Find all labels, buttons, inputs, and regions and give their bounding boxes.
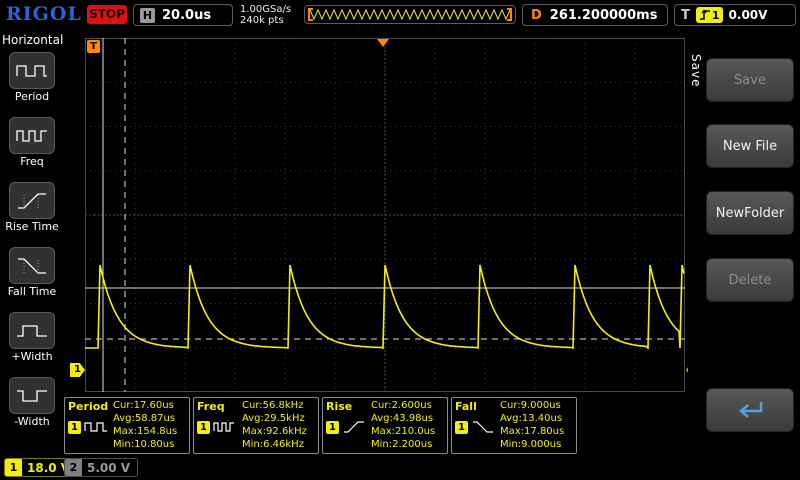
menu-item-label: -Width [14, 415, 50, 428]
period-icon [9, 52, 55, 89]
fall-meas-icon [473, 421, 493, 433]
menu-item-period[interactable]: Period [0, 49, 64, 114]
measurement-freq: Freq 1 Cur:56.8kHz Avg:29.5kHz Max:92.6k… [193, 397, 319, 454]
channel2-badge: 2 [65, 459, 82, 476]
timebase-value: 20.0us [162, 7, 212, 23]
run-state-badge: STOP [87, 5, 127, 24]
measurement-name: Period [68, 400, 109, 413]
menu-item-label: Period [14, 90, 50, 103]
menu-item-label: +Width [11, 350, 53, 363]
measurement-max: Max:210.0us [371, 425, 436, 437]
channel-badge: 1 [197, 420, 210, 434]
trigger-channel: 1 [711, 8, 720, 22]
measurement-rise: Rise 1 Cur:2.600us Avg:43.98us Max:210.0… [322, 397, 448, 454]
measurement-fall: Fall 1 Cur:9.000us Avg:13.40us Max:17.80… [451, 397, 577, 454]
measure-menu-title: Horizontal [2, 33, 64, 47]
horizontal-status: H 20.0us [133, 4, 233, 26]
menu-item-minus-width[interactable]: -Width [0, 374, 64, 439]
rise-meas-icon [344, 421, 364, 433]
period-meas-icon [84, 422, 107, 432]
measure-menu: Horizontal Period Freq Rise Time Fall Ti… [0, 30, 64, 456]
measurement-cur: Cur:9.000us [500, 400, 561, 412]
measurement-panel: Period 1 Cur:17.60us Avg:58.87us Max:154… [64, 397, 577, 454]
softkey-back[interactable] [706, 388, 794, 432]
acquisition-info: 1.00GSa/s 240k pts [240, 4, 291, 26]
measurement-cur: Cur:56.8kHz [242, 400, 304, 412]
measurement-avg: Avg:58.87us [113, 413, 176, 425]
memory-depth: 240k pts [240, 15, 284, 26]
menu-tab-save: Save [689, 54, 703, 88]
waveform-display: T [85, 38, 685, 392]
trigger-source-badge: 1 [695, 7, 723, 23]
channel1-badge: 1 [5, 459, 22, 476]
channel2-status[interactable]: 2 5.00 V [64, 458, 139, 477]
trigger-position-arrow [377, 39, 389, 47]
measurement-min: Min:2.200us [371, 438, 433, 450]
minus-width-icon [9, 377, 55, 414]
delay-value: 261.200000ms [549, 7, 658, 23]
measurement-cur: Cur:2.600us [371, 400, 432, 412]
freq-icon [9, 117, 55, 154]
channel-badge: 1 [68, 420, 81, 434]
freq-meas-icon [213, 422, 234, 432]
softkey-save[interactable]: Save [706, 58, 794, 102]
measurement-cur: Cur:17.60us [113, 400, 174, 412]
preview-waveform [308, 8, 512, 21]
measurement-name: Fall [455, 400, 477, 413]
channel1-level-marker[interactable]: 1 [70, 363, 85, 377]
softkey-menu: Save Save New File NewFolder Delete [688, 30, 800, 456]
return-arrow-icon [739, 402, 763, 418]
h-label: H [140, 7, 155, 23]
t-label: T [681, 7, 690, 23]
measurement-min: Min:9.000us [500, 438, 562, 450]
menu-item-plus-width[interactable]: +Width [0, 309, 64, 374]
measurement-avg: Avg:43.98us [371, 413, 434, 425]
graticule [85, 38, 685, 392]
measurement-avg: Avg:13.40us [500, 413, 563, 425]
trigger-offscreen-indicator: T [87, 40, 100, 53]
softkey-new-file[interactable]: New File [706, 124, 794, 168]
measurement-period: Period 1 Cur:17.60us Avg:58.87us Max:154… [64, 397, 190, 454]
measurement-name: Freq [197, 400, 225, 413]
d-label: D [531, 7, 542, 23]
trigger-level-value: 0.00V [728, 8, 768, 22]
oscilloscope-screen: RIGOL STOP H 20.0us 1.00GSa/s 240k pts D… [0, 0, 800, 480]
measurement-min: Min:6.46kHz [242, 438, 304, 450]
channel-badge: 1 [455, 420, 468, 434]
channel-badge: 1 [326, 420, 339, 434]
rigol-logo: RIGOL [6, 3, 82, 25]
top-status-bar: RIGOL STOP H 20.0us 1.00GSa/s 240k pts D… [0, 0, 800, 30]
menu-item-label: Freq [20, 155, 44, 168]
delay-status: D 261.200000ms [522, 4, 668, 26]
trigger-status: T 1 0.00V [674, 4, 796, 26]
menu-item-label: Rise Time [5, 220, 59, 233]
channel-status-bar: 1 18.0 V 2 5.00 V [0, 456, 800, 480]
measurement-max: Max:154.8us [113, 425, 178, 437]
measurement-avg: Avg:29.5kHz [242, 413, 305, 425]
plus-width-icon [9, 312, 55, 349]
measurement-min: Min:10.80us [113, 438, 175, 450]
softkey-new-folder[interactable]: NewFolder [706, 191, 794, 235]
menu-item-rise-time[interactable]: Rise Time [0, 179, 64, 244]
menu-item-fall-time[interactable]: Fall Time [0, 244, 64, 309]
measurement-max: Max:17.80us [500, 425, 565, 437]
memory-position-preview [304, 5, 516, 24]
fall-time-icon [9, 247, 55, 284]
measurement-name: Rise [326, 400, 353, 413]
rising-slope-icon [699, 9, 710, 20]
menu-item-freq[interactable]: Freq [0, 114, 64, 179]
softkey-delete[interactable]: Delete [706, 258, 794, 302]
channel2-scale: 5.00 V [87, 460, 131, 475]
menu-item-label: Fall Time [7, 285, 57, 298]
sample-rate: 1.00GSa/s [240, 4, 292, 15]
measurement-max: Max:92.6kHz [242, 425, 307, 437]
rise-time-icon [9, 182, 55, 219]
